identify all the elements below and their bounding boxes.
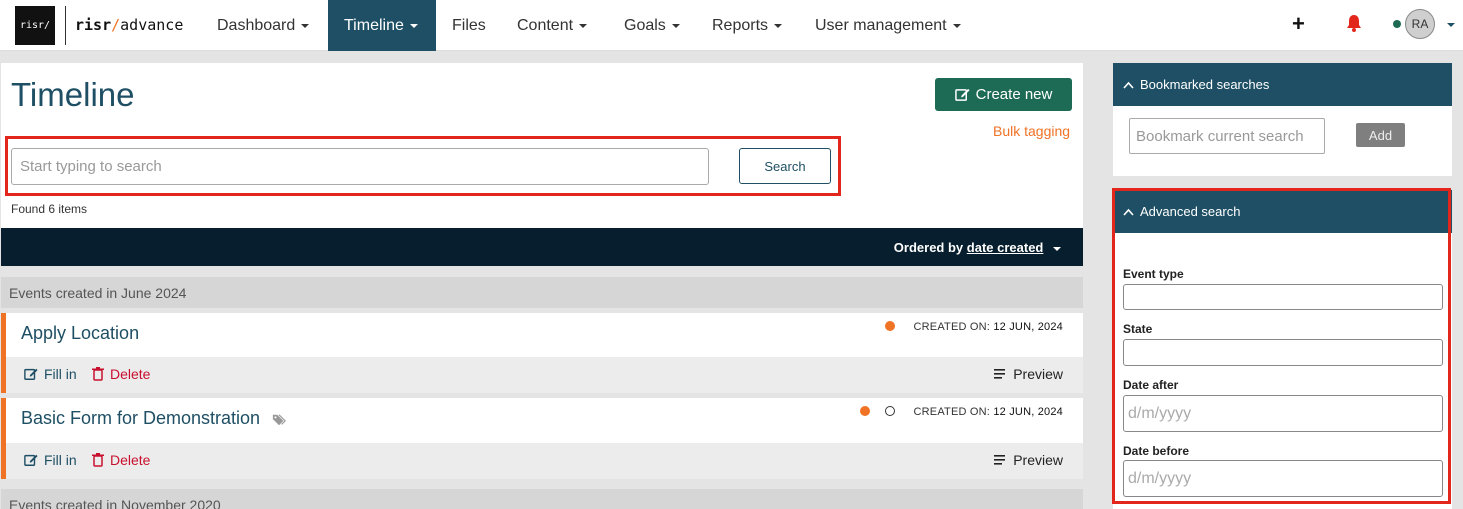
brand-logo[interactable]: risr/ [15, 6, 55, 45]
nav-content[interactable]: Content [501, 0, 603, 51]
avatar-initials: RA [1411, 17, 1429, 31]
date-after-label: Date after [1123, 378, 1179, 392]
nav-files[interactable]: Files [436, 0, 502, 51]
list-icon [994, 455, 1006, 465]
preview-link[interactable]: Preview [994, 366, 1063, 382]
list-icon [994, 369, 1006, 379]
event-title[interactable]: Basic Form for Demonstration [21, 408, 260, 429]
fill-in-label: Fill in [44, 452, 77, 468]
bookmark-input[interactable] [1129, 118, 1325, 154]
page-title: Timeline [11, 76, 135, 113]
nav-dashboard-label: Dashboard [217, 17, 296, 34]
date-after-field[interactable] [1123, 395, 1443, 432]
nav-reports-label: Reports [712, 17, 769, 34]
bookmarked-searches-title: Bookmarked searches [1140, 77, 1270, 92]
results-count: Found 6 items [11, 202, 88, 216]
add-bookmark-button[interactable]: Add [1356, 123, 1405, 147]
trash-icon [92, 367, 104, 381]
chevron-down-icon [952, 23, 961, 28]
nav-user-management-label: User management [815, 17, 947, 34]
status-dot [885, 321, 895, 331]
search-button[interactable]: Search [739, 148, 831, 184]
nav-timeline-label: Timeline [344, 17, 404, 34]
bookmarked-searches-header[interactable]: Bookmarked searches [1113, 63, 1452, 106]
fill-in-label: Fill in [44, 366, 77, 382]
timeline-panel: Timeline Create new Bulk tagging Search … [1, 63, 1083, 509]
order-bar: Ordered by date created [1, 228, 1083, 266]
avatar[interactable]: RA [1405, 9, 1435, 39]
chevron-down-icon [301, 23, 310, 28]
brand-name-rest: advance [120, 16, 184, 34]
created-date: 12 JUN, 2024 [993, 321, 1063, 333]
status-dot [860, 406, 870, 416]
event-card: Basic Form for Demonstration CREATED ON:… [1, 398, 1083, 479]
chevron-down-icon [409, 23, 418, 28]
event-type-label: Event type [1123, 267, 1184, 281]
brand-name-slash: / [111, 16, 121, 34]
delete-label: Delete [110, 366, 151, 382]
bookmarked-searches-card: Bookmarked searches Add [1113, 63, 1452, 176]
create-new-label: Create new [975, 86, 1053, 103]
create-new-button[interactable]: Create new [935, 78, 1072, 111]
delete-link[interactable]: Delete [92, 452, 150, 468]
online-status-dot [1393, 20, 1401, 28]
nav-content-label: Content [517, 17, 574, 34]
date-before-label: Date before [1123, 444, 1190, 458]
preview-label: Preview [1013, 366, 1063, 382]
chevron-down-icon [1053, 246, 1061, 251]
created-date: 12 JUN, 2024 [993, 406, 1063, 418]
top-navbar: risr/ risr/advance Dashboard Timeline Fi… [0, 0, 1463, 51]
nav-reports[interactable]: Reports [696, 0, 798, 51]
nav-user-management[interactable]: User management [799, 0, 977, 51]
fill-in-link[interactable]: Fill in [24, 366, 77, 382]
bulk-tagging-link[interactable]: Bulk tagging [993, 123, 1070, 139]
nav-goals-label: Goals [624, 17, 666, 34]
fill-in-link[interactable]: Fill in [24, 452, 77, 468]
nav-goals[interactable]: Goals [608, 0, 696, 51]
chevron-down-icon [671, 23, 680, 28]
chevron-down-icon[interactable] [1447, 23, 1455, 27]
chevron-up-icon [1123, 81, 1134, 89]
state-field[interactable] [1123, 339, 1443, 366]
event-title[interactable]: Apply Location [21, 323, 139, 344]
created-label: CREATED ON: [913, 406, 991, 418]
status-dot-empty [885, 406, 895, 416]
delete-label: Delete [110, 452, 151, 468]
order-by-prefix: Ordered by [893, 240, 964, 255]
group-heading: Events created in November 2020 [1, 489, 1083, 509]
date-before-field[interactable] [1123, 460, 1443, 497]
chevron-down-icon [579, 23, 588, 28]
edit-icon [24, 368, 38, 380]
brand-name-bold: risr [75, 16, 112, 34]
created-label: CREATED ON: [913, 321, 991, 333]
timeline-header: Timeline Create new Bulk tagging Search … [1, 63, 1083, 228]
order-by-control[interactable]: Ordered by date created [894, 240, 1061, 255]
event-actions: Fill in Delete Preview [6, 357, 1083, 393]
preview-link[interactable]: Preview [994, 452, 1063, 468]
event-card: Apply Location CREATED ON: 12 JUN, 2024 … [1, 313, 1083, 393]
tags-icon [272, 414, 286, 426]
nav-files-label: Files [452, 17, 486, 34]
group-heading: Events created in June 2024 [1, 277, 1083, 308]
search-input[interactable] [11, 148, 709, 185]
event-actions: Fill in Delete Preview [6, 443, 1083, 479]
edit-icon [954, 88, 970, 101]
trash-icon [92, 453, 104, 467]
brand-logo-text: risr/ [19, 20, 51, 31]
order-by-value[interactable]: date created [967, 240, 1044, 255]
event-created: CREATED ON: 12 JUN, 2024 [914, 321, 1064, 333]
edit-icon [24, 454, 38, 466]
state-label: State [1123, 322, 1153, 336]
brand-name[interactable]: risr/advance [75, 16, 183, 34]
plus-icon[interactable]: + [1292, 11, 1305, 37]
event-type-field[interactable] [1123, 284, 1443, 310]
chevron-down-icon [774, 23, 783, 28]
logo-divider [65, 6, 66, 45]
nav-timeline[interactable]: Timeline [328, 0, 436, 51]
bell-icon[interactable] [1346, 14, 1362, 32]
event-created: CREATED ON: 12 JUN, 2024 [914, 406, 1064, 418]
delete-link[interactable]: Delete [92, 366, 150, 382]
nav-dashboard[interactable]: Dashboard [201, 0, 325, 51]
preview-label: Preview [1013, 452, 1063, 468]
